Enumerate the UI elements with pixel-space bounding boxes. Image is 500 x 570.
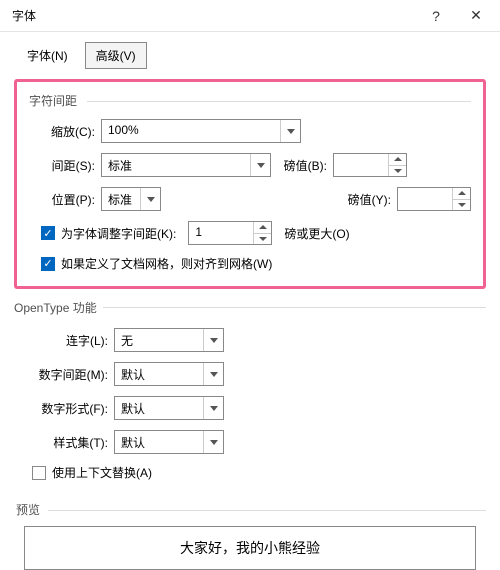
spacing-combo[interactable]: 标准: [101, 153, 271, 177]
kerning-spinner[interactable]: 1: [188, 221, 272, 245]
char-spacing-group: 字符间距 缩放(C): 100% 间距(S): 标准 磅值(B): 位置(P):: [14, 79, 486, 289]
context-checkbox[interactable]: [32, 466, 46, 480]
titlebar: 字体 ? ✕: [0, 0, 500, 32]
kerning-suffix: 磅或更大(O): [284, 225, 349, 242]
arrow-up-icon: [394, 157, 402, 161]
dialog-body: 字体(N) 高级(V) 字符间距 缩放(C): 100% 间距(S): 标准 磅…: [0, 32, 500, 570]
numform-value: 默认: [115, 397, 203, 419]
numform-combo[interactable]: 默认: [114, 396, 224, 420]
tabs: 字体(N) 高级(V): [14, 42, 486, 69]
spinner-arrows: [388, 154, 406, 176]
pt1-label: 磅值(B):: [271, 157, 327, 174]
preview-text: 大家好，我的小熊经验: [180, 538, 320, 558]
numspacing-combo[interactable]: 默认: [114, 362, 224, 386]
spacing-value: 标准: [102, 154, 250, 176]
context-label: 使用上下文替换(A): [52, 464, 152, 481]
chevron-down-icon: [203, 329, 223, 351]
opentype-legend: OpenType 功能: [14, 299, 103, 316]
numspacing-label: 数字间距(M):: [20, 366, 108, 383]
snap-checkbox[interactable]: [41, 257, 55, 271]
styleset-value: 默认: [115, 431, 203, 453]
char-spacing-legend: 字符间距: [29, 92, 471, 109]
ligature-label: 连字(L):: [20, 332, 108, 349]
numform-label: 数字形式(F):: [20, 400, 108, 417]
position-combo[interactable]: 标准: [101, 187, 161, 211]
chevron-down-icon: [140, 188, 160, 210]
kerning-value: 1: [189, 222, 253, 244]
position-value: 标准: [102, 188, 140, 210]
arrow-down-icon: [458, 203, 466, 207]
chevron-down-icon: [203, 397, 223, 419]
snap-label: 如果定义了文档网格，则对齐到网格(W): [61, 255, 272, 272]
pt1-spinner[interactable]: [333, 153, 407, 177]
chevron-down-icon: [280, 120, 300, 142]
pt1-value: [334, 154, 388, 176]
kerning-label: 为字体调整字间距(K):: [61, 225, 176, 242]
opentype-group: OpenType 功能 连字(L): 无 数字间距(M): 默认 数字形式(F)…: [14, 299, 486, 491]
chevron-down-icon: [250, 154, 270, 176]
position-label: 位置(P):: [29, 191, 95, 208]
scale-label: 缩放(C):: [29, 123, 95, 140]
preview-box: 大家好，我的小熊经验: [24, 526, 476, 570]
pt2-spinner[interactable]: [397, 187, 471, 211]
spinner-arrows: [253, 222, 271, 244]
styleset-label: 样式集(T):: [20, 434, 108, 451]
tab-font[interactable]: 字体(N): [16, 42, 79, 69]
arrow-down-icon: [394, 169, 402, 173]
pt2-value: [398, 188, 452, 210]
arrow-up-icon: [458, 191, 466, 195]
arrow-up-icon: [259, 225, 267, 229]
dialog-title: 字体: [12, 7, 416, 24]
chevron-down-icon: [203, 363, 223, 385]
ligature-value: 无: [115, 329, 203, 351]
close-button[interactable]: ✕: [456, 7, 496, 24]
scale-value: 100%: [102, 120, 280, 142]
ligature-combo[interactable]: 无: [114, 328, 224, 352]
chevron-down-icon: [203, 431, 223, 453]
pt2-label: 磅值(Y):: [335, 191, 391, 208]
help-button[interactable]: ?: [416, 8, 456, 24]
spacing-label: 间距(S):: [29, 157, 95, 174]
styleset-combo[interactable]: 默认: [114, 430, 224, 454]
scale-combo[interactable]: 100%: [101, 119, 301, 143]
numspacing-value: 默认: [115, 363, 203, 385]
spinner-arrows: [452, 188, 470, 210]
arrow-down-icon: [259, 237, 267, 241]
preview-legend: 预览: [16, 501, 486, 518]
kerning-checkbox[interactable]: [41, 226, 55, 240]
tab-advanced[interactable]: 高级(V): [85, 42, 147, 69]
